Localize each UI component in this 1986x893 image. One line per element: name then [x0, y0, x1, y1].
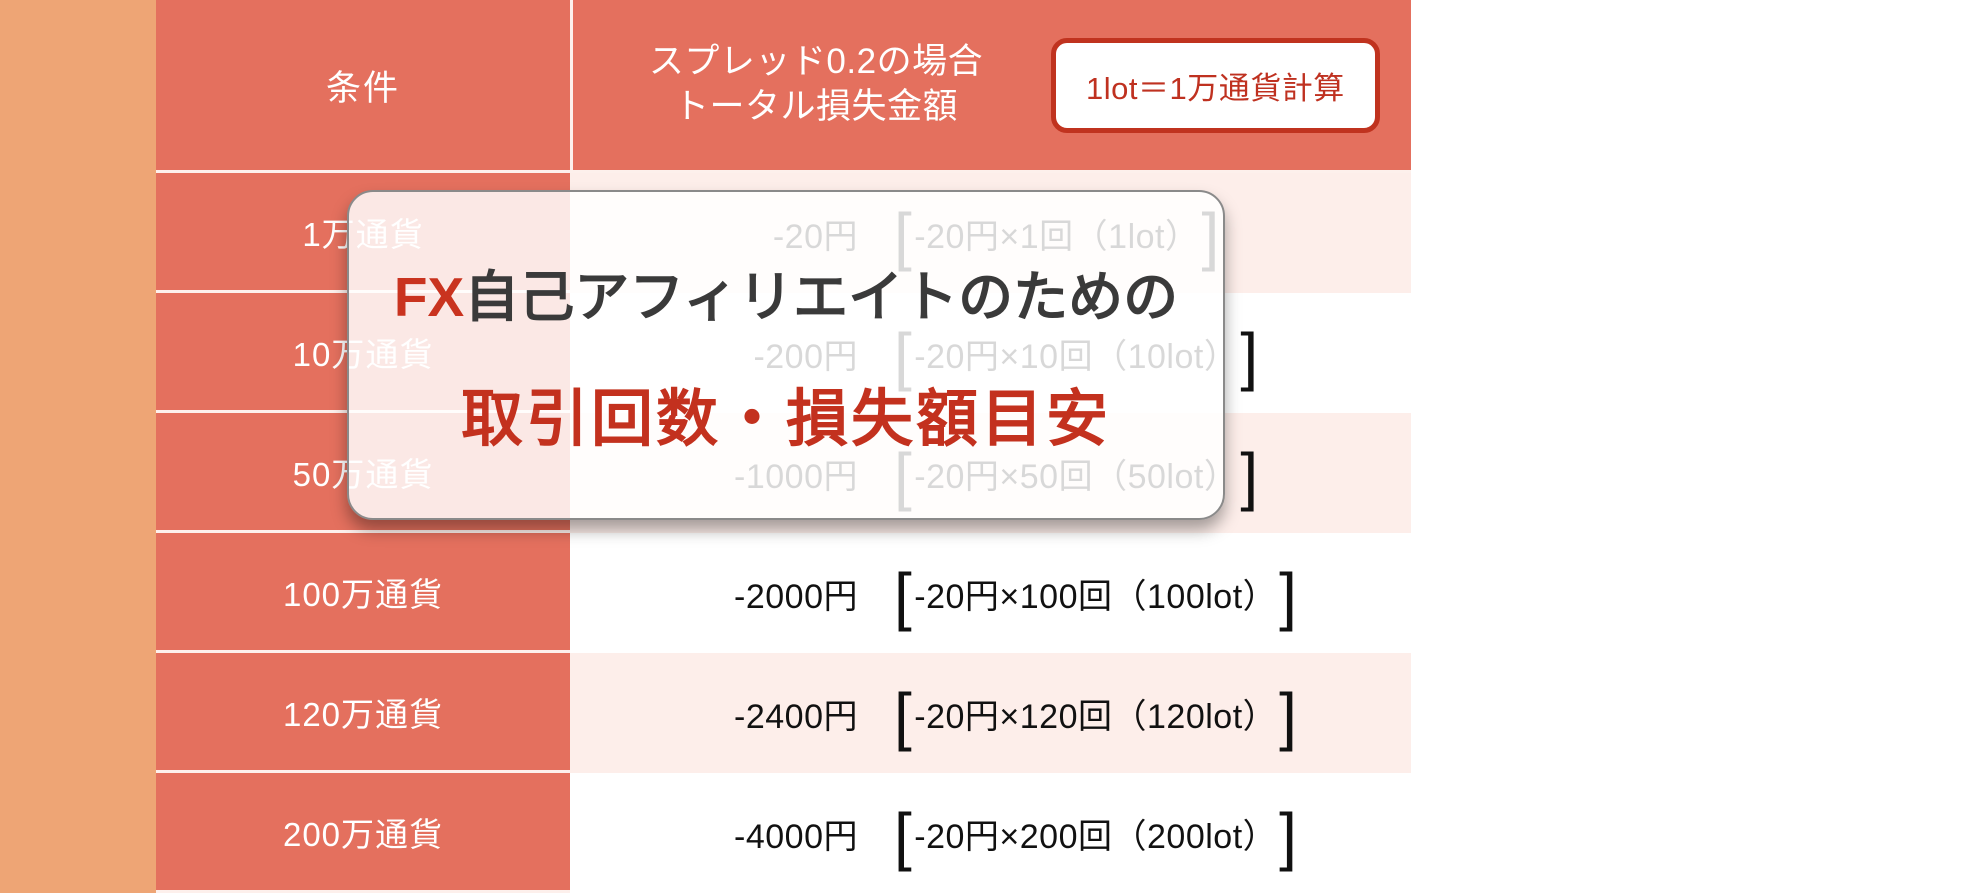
cell-value: -2400円 [ -20円×120回（120lot） ] [570, 653, 1411, 773]
lot-conversion-badge: 1lot＝1万通貨計算 [1051, 37, 1380, 133]
header-value-label: スプレッド0.2の場合 トータル損失金額 [648, 42, 984, 126]
detail-text: -20円×100回（100lot） [914, 577, 1278, 616]
overlay-title-rest: 自己アフィリエイトのための [464, 266, 1179, 328]
overlay-title-line-1: FX自己アフィリエイトのための [394, 252, 1178, 332]
table-row: 100万通貨 -2000円 [ -20円×100回（100lot） ] [156, 533, 1411, 653]
bracket-open: [ [894, 799, 913, 872]
table-header-row: 条件 スプレッド0.2の場合 トータル損失金額 1lot＝1万通貨計算 [156, 0, 1411, 173]
bracket-open: [ [894, 559, 913, 632]
bracket-close: ] [1279, 679, 1298, 752]
cell-amount: -2400円 [734, 697, 858, 736]
cell-value: -2000円 [ -20円×100回（100lot） ] [570, 533, 1411, 653]
header-cell-condition: 条件 [156, 0, 570, 173]
detail-text: -20円×120回（120lot） [914, 697, 1278, 736]
slide-canvas: 条件 スプレッド0.2の場合 トータル損失金額 1lot＝1万通貨計算 1万通貨… [0, 0, 1986, 893]
bracket-close: ] [1240, 439, 1259, 512]
cell-detail: [ -20円×120回（120lot） ] [870, 679, 1411, 752]
cell-value: -4000円 [ -20円×200回（200lot） ] [570, 773, 1411, 893]
overlay-fx-accent: FX [393, 266, 465, 328]
header-value-inner: スプレッド0.2の場合 トータル損失金額 1lot＝1万通貨計算 [573, 37, 1411, 133]
cell-amount: -2000円 [734, 577, 858, 616]
cell-detail: [ -20円×200回（200lot） ] [870, 799, 1411, 872]
cell-condition: 200万通貨 [156, 773, 570, 893]
cell-amount: -4000円 [734, 817, 858, 856]
cell-condition: 100万通貨 [156, 533, 570, 653]
title-overlay-card: FX自己アフィリエイトのための 取引回数・損失額目安 [347, 190, 1225, 520]
cell-detail: [ -20円×100回（100lot） ] [870, 559, 1411, 632]
table-row: 200万通貨 -4000円 [ -20円×200回（200lot） ] [156, 773, 1411, 893]
table-row: 120万通貨 -2400円 [ -20円×120回（120lot） ] [156, 653, 1411, 773]
bracket-close: ] [1240, 319, 1259, 392]
detail-text: -20円×200回（200lot） [914, 817, 1278, 856]
right-gutter [1411, 0, 1986, 893]
cell-condition: 120万通貨 [156, 653, 570, 773]
bracket-open: [ [894, 679, 913, 752]
header-cell-value: スプレッド0.2の場合 トータル損失金額 1lot＝1万通貨計算 [570, 0, 1411, 173]
bracket-close: ] [1279, 799, 1298, 872]
bracket-close: ] [1279, 559, 1298, 632]
overlay-title-line-2: 取引回数・損失額目安 [460, 385, 1111, 454]
